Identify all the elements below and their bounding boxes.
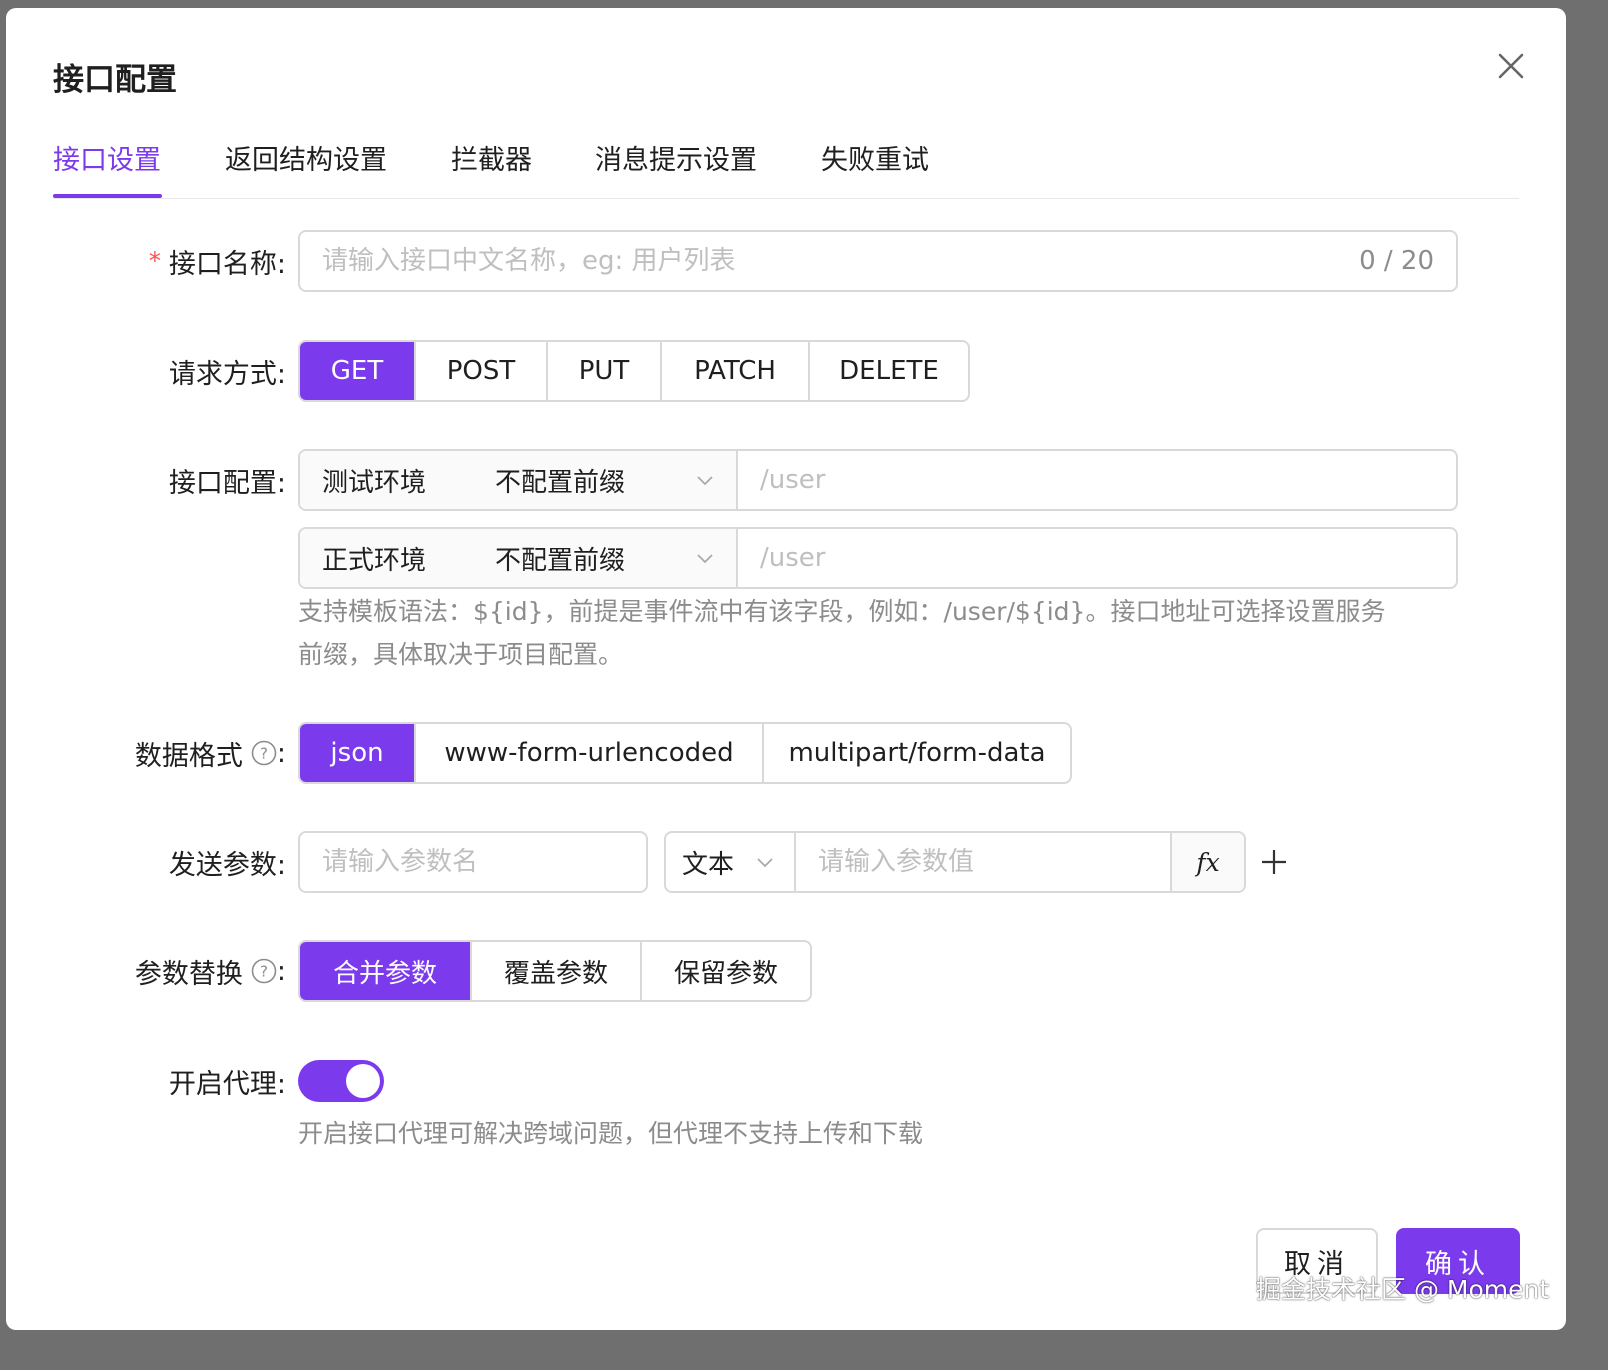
method-post[interactable]: POST <box>414 342 546 400</box>
format-multipart[interactable]: multipart/form-data <box>762 724 1070 782</box>
param-type-text: 文本 <box>682 849 735 880</box>
replace-keep[interactable]: 保留参数 <box>640 942 810 1000</box>
method-label: 请求方式: <box>168 358 286 390</box>
tab-bar: 接口设置 返回结构设置 拦截器 消息提示设置 失败重试 <box>53 116 1519 199</box>
param-value-cell <box>796 833 1170 891</box>
name-label-text: 接口名称: <box>168 248 286 280</box>
required-mark: * <box>148 247 161 275</box>
method-patch[interactable]: PATCH <box>660 342 808 400</box>
modal-title: 接口配置 <box>53 62 177 98</box>
format-label: 数据格式 ? : <box>66 722 286 784</box>
format-segmented: json www-form-urlencoded multipart/form-… <box>298 722 1072 784</box>
chevron-down-icon <box>697 476 713 486</box>
param-name-wrapper <box>298 831 648 893</box>
proxy-label: 开启代理: <box>168 1068 286 1100</box>
format-label-colon: : <box>276 737 286 769</box>
param-value-group: 文本 fx <box>664 831 1246 893</box>
prefix-select-prod[interactable]: 不配置前缀 <box>495 529 736 587</box>
prefix-select-text: 不配置前缀 <box>495 545 626 576</box>
format-json[interactable]: json <box>300 724 414 782</box>
format-urlencoded[interactable]: www-form-urlencoded <box>414 724 762 782</box>
param-value-input[interactable] <box>796 846 1170 878</box>
replace-segmented: 合并参数 覆盖参数 保留参数 <box>298 940 812 1002</box>
name-input[interactable] <box>300 232 1300 290</box>
tab-active-indicator <box>53 194 162 198</box>
fx-button[interactable]: fx <box>1170 833 1244 891</box>
format-label-text: 数据格式 <box>134 740 243 772</box>
tab-response-structure[interactable]: 返回结构设置 <box>225 138 387 177</box>
env-left-test: 测试环境 不配置前缀 <box>300 451 738 509</box>
config-hint: 支持模板语法：${id}，前提是事件流中有该字段，例如：/user/${id}。… <box>298 590 1468 676</box>
env-name-prod: 正式环境 <box>322 545 427 576</box>
watermark: 掘金技术社区 @ Moment <box>1256 1275 1550 1304</box>
replace-label: 参数替换 ? : <box>66 940 286 1002</box>
chevron-down-icon <box>697 554 713 564</box>
path-input-test[interactable]: /user <box>738 451 1456 509</box>
config-hint-line2: 前缀，具体取决于项目配置。 <box>298 640 624 669</box>
question-circle-icon[interactable]: ? <box>251 740 277 766</box>
replace-merge[interactable]: 合并参数 <box>300 942 470 1000</box>
prefix-select-test[interactable]: 不配置前缀 <box>495 451 736 509</box>
proxy-hint: 开启接口代理可解决跨域问题，但代理不支持上传和下载 <box>298 1119 924 1148</box>
method-delete[interactable]: DELETE <box>808 342 968 400</box>
method-get[interactable]: GET <box>300 342 414 400</box>
env-left-prod: 正式环境 不配置前缀 <box>300 529 738 587</box>
svg-text:?: ? <box>260 745 268 763</box>
env-name-test: 测试环境 <box>322 467 427 498</box>
prefix-select-text: 不配置前缀 <box>495 467 626 498</box>
tab-api-settings[interactable]: 接口设置 <box>53 138 161 177</box>
params-label: 发送参数: <box>168 849 286 881</box>
config-hint-line1: 支持模板语法：${id}，前提是事件流中有该字段，例如：/user/${id}。… <box>298 597 1386 626</box>
question-circle-icon[interactable]: ? <box>251 958 277 984</box>
method-segmented: GET POST PUT PATCH DELETE <box>298 340 970 402</box>
name-input-wrapper: 0 / 20 <box>298 230 1458 292</box>
proxy-switch[interactable] <box>298 1060 384 1102</box>
replace-label-text: 参数替换 <box>134 958 243 990</box>
api-config-modal: 接口配置 接口设置 返回结构设置 拦截器 消息提示设置 失败重试 * 接口名称:… <box>6 8 1566 1330</box>
svg-text:?: ? <box>260 963 268 981</box>
name-label: * 接口名称: <box>66 230 286 292</box>
path-input-prod[interactable]: /user <box>738 529 1456 587</box>
param-type-select[interactable]: 文本 <box>666 833 796 891</box>
replace-label-colon: : <box>276 955 286 987</box>
chevron-down-icon <box>757 858 773 868</box>
method-put[interactable]: PUT <box>546 342 660 400</box>
param-name-input[interactable] <box>300 833 646 891</box>
char-count: 0 / 20 <box>1359 246 1434 276</box>
config-label: 接口配置: <box>168 467 286 499</box>
close-icon[interactable] <box>1489 44 1533 88</box>
tab-message-settings[interactable]: 消息提示设置 <box>595 138 757 177</box>
env-row-prod: 正式环境 不配置前缀 /user <box>298 527 1458 589</box>
tab-retry[interactable]: 失败重试 <box>821 138 929 177</box>
tab-interceptor[interactable]: 拦截器 <box>451 138 532 177</box>
add-param-icon[interactable] <box>1258 846 1290 878</box>
switch-knob <box>346 1064 380 1098</box>
replace-override[interactable]: 覆盖参数 <box>470 942 640 1000</box>
env-row-test: 测试环境 不配置前缀 /user <box>298 449 1458 511</box>
